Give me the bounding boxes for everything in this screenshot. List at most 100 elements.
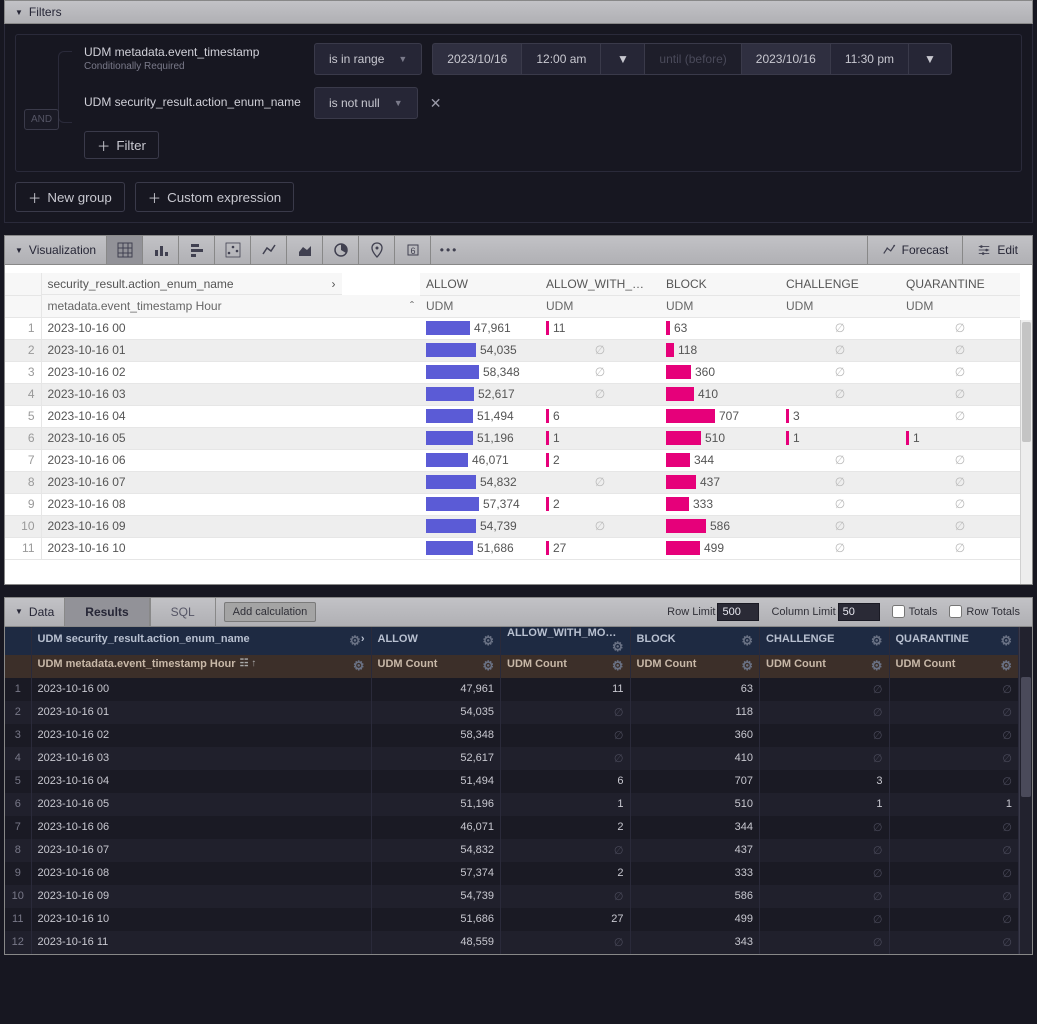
table-row[interactable]: 72023-10-16 0646,0712344∅∅ [5,449,1020,471]
data-cell[interactable]: ∅ [760,885,890,908]
operator-select[interactable]: is in range ▼ [314,43,422,75]
viz-type-table[interactable] [107,236,143,264]
column-header-allow[interactable]: ALLOW⚙ [371,627,501,655]
data-cell[interactable]: 63 [630,678,760,701]
data-cell[interactable]: ∅ [760,931,890,954]
gear-icon[interactable]: ⚙ [871,658,883,674]
gear-icon[interactable]: ⚙ [482,658,494,674]
column-header-quarantine[interactable]: QUARANTINE⚙ [889,627,1019,655]
data-cell[interactable]: 2 [501,816,631,839]
visualization-toggle[interactable]: ▼ Visualization [5,236,107,264]
scrollbar-thumb[interactable] [1021,677,1031,797]
table-row[interactable]: 102023-10-16 0954,739∅586∅∅ [5,885,1019,908]
time-start-dropdown[interactable]: ▼ [600,43,644,75]
table-row[interactable]: 22023-10-16 0154,035∅118∅∅ [5,339,1020,361]
data-cell[interactable]: ∅ [501,839,631,862]
data-cell[interactable]: ∅ [501,701,631,724]
data-cell[interactable]: 47,961 [371,678,501,701]
table-row[interactable]: 102023-10-16 0954,739∅586∅∅ [5,515,1020,537]
data-cell[interactable]: ∅ [760,908,890,931]
table-row[interactable]: 42023-10-16 0352,617∅410∅∅ [5,383,1020,405]
gear-icon[interactable]: ⚙ [349,633,361,649]
data-cell[interactable]: ∅ [889,724,1019,747]
table-row[interactable]: 112023-10-16 1051,68627499∅∅ [5,908,1019,931]
data-cell[interactable]: 1 [889,793,1019,816]
table-row[interactable]: 42023-10-16 0352,617∅410∅∅ [5,747,1019,770]
data-cell[interactable]: ∅ [760,816,890,839]
filters-header[interactable]: ▼ Filters [4,0,1033,24]
measure-header[interactable]: UDM Count⚙ [630,655,760,678]
data-cell[interactable]: ∅ [501,747,631,770]
data-cell[interactable]: ∅ [501,885,631,908]
table-row[interactable]: 92023-10-16 0857,3742333∅∅ [5,862,1019,885]
operator-select[interactable]: is not null ▼ [314,87,418,119]
data-cell[interactable]: ∅ [501,724,631,747]
data-cell[interactable]: 51,686 [371,908,501,931]
measure-header[interactable]: UDM [900,295,1020,317]
data-cell[interactable]: 57,374 [371,862,501,885]
scrollbar-thumb[interactable] [1022,322,1031,442]
data-cell[interactable]: ∅ [889,816,1019,839]
data-cell[interactable]: ∅ [889,770,1019,793]
table-row[interactable]: 82023-10-16 0754,832∅437∅∅ [5,839,1019,862]
tab-sql[interactable]: SQL [150,598,216,626]
data-cell[interactable]: ∅ [760,839,890,862]
measure-header[interactable]: UDM Count⚙ [760,655,890,678]
table-row[interactable]: 62023-10-16 0551,196151011 [5,793,1019,816]
date-start-input[interactable]: 2023/10/16 [432,43,521,75]
data-cell[interactable]: 58,348 [371,724,501,747]
data-cell[interactable]: 410 [630,747,760,770]
table-row[interactable]: 92023-10-16 0857,3742333∅∅ [5,493,1020,515]
time-end-input[interactable]: 11:30 pm [830,43,908,75]
measure-header[interactable]: UDM Count⚙ [501,655,631,678]
data-cell[interactable]: ∅ [760,678,890,701]
data-cell[interactable]: 586 [630,885,760,908]
table-row[interactable]: 72023-10-16 0646,0712344∅∅ [5,816,1019,839]
data-cell[interactable]: ∅ [889,747,1019,770]
data-cell[interactable]: 48,559 [371,931,501,954]
table-row[interactable]: 82023-10-16 0754,832∅437∅∅ [5,471,1020,493]
data-cell[interactable]: 2 [501,862,631,885]
data-cell[interactable]: 499 [630,908,760,931]
viz-type-single-value[interactable]: 6 [395,236,431,264]
column-header-challenge[interactable]: CHALLENGE⚙ [760,627,890,655]
data-cell[interactable]: 46,071 [371,816,501,839]
table-row[interactable]: 32023-10-16 0258,348∅360∅∅ [5,361,1020,383]
data-cell[interactable]: 437 [630,839,760,862]
custom-expression-button[interactable]: ＋ Custom expression [135,182,294,212]
viz-type-line[interactable] [251,236,287,264]
measure-header[interactable]: UDM Count⚙ [371,655,501,678]
table-row[interactable]: 112023-10-16 1051,68627499∅∅ [5,537,1020,559]
data-cell[interactable]: 27 [501,908,631,931]
column-limit-input[interactable] [838,603,880,621]
forecast-button[interactable]: Forecast [867,236,963,264]
data-cell[interactable]: 52,617 [371,747,501,770]
viz-type-scatter[interactable] [215,236,251,264]
edit-button[interactable]: Edit [962,236,1032,264]
data-cell[interactable]: 3 [760,770,890,793]
table-row[interactable]: 12023-10-16 0047,9611163∅∅ [5,678,1019,701]
gear-icon[interactable]: ⚙ [871,633,883,649]
gear-icon[interactable]: ⚙ [612,639,624,655]
column-header-allow-with-mod[interactable]: ALLOW_WITH_MODIFICATION⚙ [501,627,631,655]
data-cell[interactable]: ∅ [889,678,1019,701]
gear-icon[interactable]: ⚙ [741,633,753,649]
data-cell[interactable]: 6 [501,770,631,793]
data-cell[interactable]: ∅ [889,908,1019,931]
remove-filter-button[interactable]: ✕ [418,95,454,112]
data-cell[interactable]: ∅ [760,862,890,885]
data-cell[interactable]: ∅ [889,862,1019,885]
table-row[interactable]: 52023-10-16 0451,49467073∅ [5,770,1019,793]
add-filter-button[interactable]: ＋ Filter [84,131,159,159]
viz-type-area[interactable] [287,236,323,264]
table-row[interactable]: 52023-10-16 0451,49467073∅ [5,405,1020,427]
measure-header[interactable]: UDM [660,295,780,317]
gear-icon[interactable]: ⚙ [482,633,494,649]
data-cell[interactable]: 510 [630,793,760,816]
data-cell[interactable]: 1 [760,793,890,816]
table-row[interactable]: 62023-10-16 0551,196151011 [5,427,1020,449]
time-end-dropdown[interactable]: ▼ [908,43,952,75]
measure-header[interactable]: UDM [780,295,900,317]
gear-icon[interactable]: ⚙ [353,658,365,674]
viz-type-column[interactable] [143,236,179,264]
